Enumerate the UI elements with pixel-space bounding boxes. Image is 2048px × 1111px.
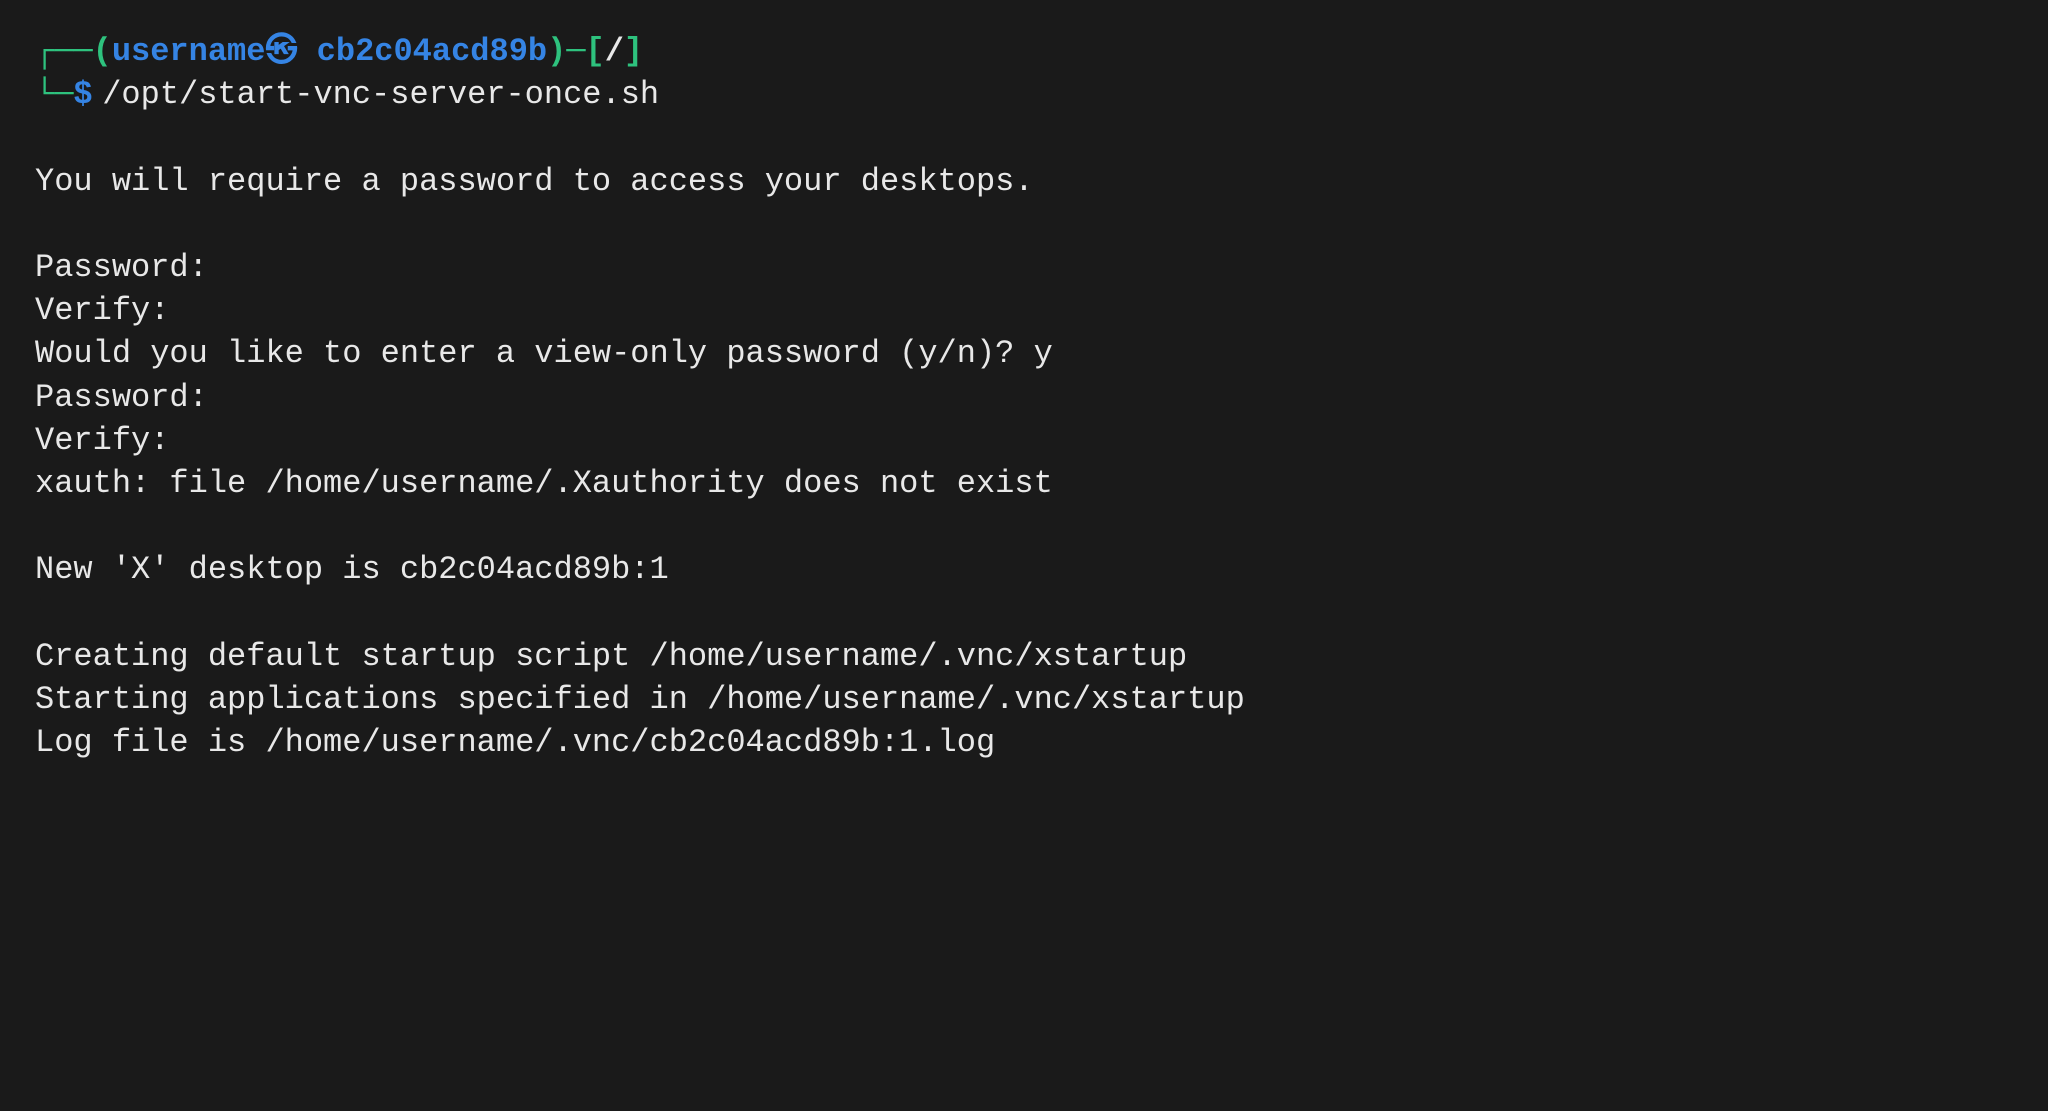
output-line-verify-2: Verify: <box>35 419 2013 462</box>
paren-close: ) <box>547 30 566 73</box>
output-line-verify: Verify: <box>35 289 2013 332</box>
prompt-host-text: cb2c04acd89b <box>317 30 547 73</box>
prompt-dollar: $ <box>73 73 92 116</box>
prompt-dash: ─ <box>566 30 585 73</box>
prompt-user: username <box>112 30 266 73</box>
bracket-open: [ <box>586 30 605 73</box>
output-line-password-2: Password: <box>35 376 2013 419</box>
output-line-startup-script: Creating default startup script /home/us… <box>35 635 2013 678</box>
bracket-close: ] <box>624 30 643 73</box>
paren-open: ( <box>93 30 112 73</box>
prompt-host <box>297 30 316 73</box>
blank-line <box>35 203 2013 246</box>
output-line-password: Password: <box>35 246 2013 289</box>
blank-line <box>35 591 2013 634</box>
box-corner-bl: └─ <box>35 73 73 116</box>
command-text: /opt/start-vnc-server-once.sh <box>102 73 659 116</box>
output-line-log-file: Log file is /home/username/.vnc/cb2c04ac… <box>35 721 2013 764</box>
prompt-line-2: └─$/opt/start-vnc-server-once.sh <box>35 73 2013 116</box>
output-line-new-desktop: New 'X' desktop is cb2c04acd89b:1 <box>35 548 2013 591</box>
prompt-line-1: ┌──(username㉿ cb2c04acd89b)─[/] <box>35 30 2013 73</box>
output-line-require-password: You will require a password to access yo… <box>35 160 2013 203</box>
blank-line <box>35 116 2013 159</box>
terminal-session[interactable]: ┌──(username㉿ cb2c04acd89b)─[/] └─$/opt/… <box>35 30 2013 764</box>
output-line-starting-apps: Starting applications specified in /home… <box>35 678 2013 721</box>
at-symbol-icon: ㉿ <box>265 30 297 73</box>
output-line-viewonly-prompt: Would you like to enter a view-only pass… <box>35 332 2013 375</box>
output-line-xauth: xauth: file /home/username/.Xauthority d… <box>35 462 2013 505</box>
prompt-path: / <box>605 30 624 73</box>
blank-line <box>35 505 2013 548</box>
box-corner-tl: ┌── <box>35 30 93 73</box>
